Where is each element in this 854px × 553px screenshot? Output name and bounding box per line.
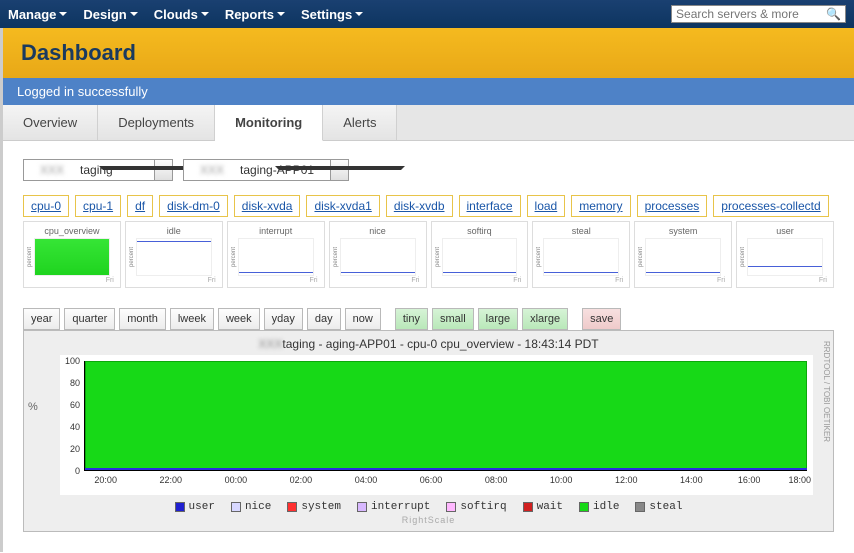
search-input[interactable] xyxy=(676,7,826,21)
metric-interface[interactable]: interface xyxy=(459,195,521,217)
caret-down-icon xyxy=(355,12,363,16)
tab-overview[interactable]: Overview xyxy=(3,105,98,140)
metric-disk-xvdb[interactable]: disk-xvdb xyxy=(386,195,453,217)
metric-disk-dm-0[interactable]: disk-dm-0 xyxy=(159,195,228,217)
legend-steal: steal xyxy=(635,501,682,513)
legend-nice: nice xyxy=(231,501,271,513)
deployment-select[interactable]: XXXtaging xyxy=(23,159,173,181)
dropdown-icon[interactable] xyxy=(154,160,172,180)
legend-interrupt: interrupt xyxy=(357,501,430,513)
size-xlarge[interactable]: xlarge xyxy=(522,308,568,330)
chart-footer: RightScale xyxy=(30,515,827,525)
legend-user: user xyxy=(175,501,215,513)
chart-title: XXXtaging - aging-APP01 - cpu-0 cpu_over… xyxy=(30,337,827,351)
range-quarter[interactable]: quarter xyxy=(64,308,115,330)
legend-idle: idle xyxy=(579,501,619,513)
range-yday[interactable]: yday xyxy=(264,308,303,330)
thumbnail-row: cpu_overview percent Fri idle percent Fr… xyxy=(23,221,834,288)
chart-panel: XXXtaging - aging-APP01 - cpu-0 cpu_over… xyxy=(23,330,834,532)
server-select[interactable]: XXXtaging-APP01 xyxy=(183,159,349,181)
thumb-system[interactable]: system percent Fri xyxy=(634,221,732,288)
range-controls: year quarter month lweek week yday day n… xyxy=(23,308,834,330)
metric-cpu-0[interactable]: cpu-0 xyxy=(23,195,69,217)
thumb-nice[interactable]: nice percent Fri xyxy=(329,221,427,288)
nav-design[interactable]: Design xyxy=(83,7,137,22)
metric-cpu-1[interactable]: cpu-1 xyxy=(75,195,121,217)
metric-memory[interactable]: memory xyxy=(571,195,630,217)
search-icon[interactable]: 🔍 xyxy=(826,7,841,21)
nav-reports[interactable]: Reports xyxy=(225,7,285,22)
chart-idle-area xyxy=(85,361,807,470)
metric-disk-xvda1[interactable]: disk-xvda1 xyxy=(306,195,379,217)
thumb-user[interactable]: user percent Fri xyxy=(736,221,834,288)
nav-settings[interactable]: Settings xyxy=(301,7,363,22)
chart-user-line xyxy=(85,468,807,470)
tab-bar: Overview Deployments Monitoring Alerts xyxy=(0,105,854,141)
content-area: XXXtaging XXXtaging-APP01 cpu-0 cpu-1 df… xyxy=(0,141,854,552)
dropdown-icon[interactable] xyxy=(330,160,348,180)
chart-area[interactable]: 100 80 60 40 20 0 20:00 22:00 00:00 02:0… xyxy=(60,355,813,495)
range-lweek[interactable]: lweek xyxy=(170,308,214,330)
tab-deployments[interactable]: Deployments xyxy=(98,105,215,140)
legend-wait: wait xyxy=(523,501,563,513)
tab-monitoring[interactable]: Monitoring xyxy=(215,105,323,141)
metric-processes[interactable]: processes xyxy=(637,195,708,217)
nav-clouds[interactable]: Clouds xyxy=(154,7,209,22)
caret-down-icon xyxy=(130,12,138,16)
page-title: Dashboard xyxy=(21,40,836,66)
range-now[interactable]: now xyxy=(345,308,381,330)
thumb-idle[interactable]: idle percent Fri xyxy=(125,221,223,288)
range-month[interactable]: month xyxy=(119,308,166,330)
metric-load[interactable]: load xyxy=(527,195,566,217)
save-button[interactable]: save xyxy=(582,308,621,330)
range-week[interactable]: week xyxy=(218,308,260,330)
rrdtool-credit: RRDTOOL / TOBI OETIKER xyxy=(822,341,831,442)
nav-manage[interactable]: Manage xyxy=(8,7,67,22)
caret-down-icon xyxy=(59,12,67,16)
size-tiny[interactable]: tiny xyxy=(395,308,428,330)
thumb-softirq[interactable]: softirq percent Fri xyxy=(431,221,529,288)
page-header: Dashboard xyxy=(0,28,854,78)
thumb-steal[interactable]: steal percent Fri xyxy=(532,221,630,288)
range-year[interactable]: year xyxy=(23,308,60,330)
caret-down-icon xyxy=(277,12,285,16)
top-nav: Manage Design Clouds Reports Settings 🔍 xyxy=(0,0,854,28)
flash-message: Logged in successfully xyxy=(0,78,854,105)
search-box[interactable]: 🔍 xyxy=(671,5,846,23)
metric-disk-xvda[interactable]: disk-xvda xyxy=(234,195,301,217)
permalink-icon[interactable]: % xyxy=(28,401,38,413)
thumb-interrupt[interactable]: interrupt percent Fri xyxy=(227,221,325,288)
tab-alerts[interactable]: Alerts xyxy=(323,105,397,140)
size-large[interactable]: large xyxy=(478,308,518,330)
size-small[interactable]: small xyxy=(432,308,474,330)
legend-softirq: softirq xyxy=(446,501,506,513)
chart-legend: user nice system interrupt softirq wait … xyxy=(30,495,827,515)
metric-list: cpu-0 cpu-1 df disk-dm-0 disk-xvda disk-… xyxy=(23,195,834,217)
legend-system: system xyxy=(287,501,341,513)
thumb-cpu-overview[interactable]: cpu_overview percent Fri xyxy=(23,221,121,288)
caret-down-icon xyxy=(201,12,209,16)
metric-processes-collectd[interactable]: processes-collectd xyxy=(713,195,828,217)
metric-df[interactable]: df xyxy=(127,195,153,217)
range-day[interactable]: day xyxy=(307,308,341,330)
